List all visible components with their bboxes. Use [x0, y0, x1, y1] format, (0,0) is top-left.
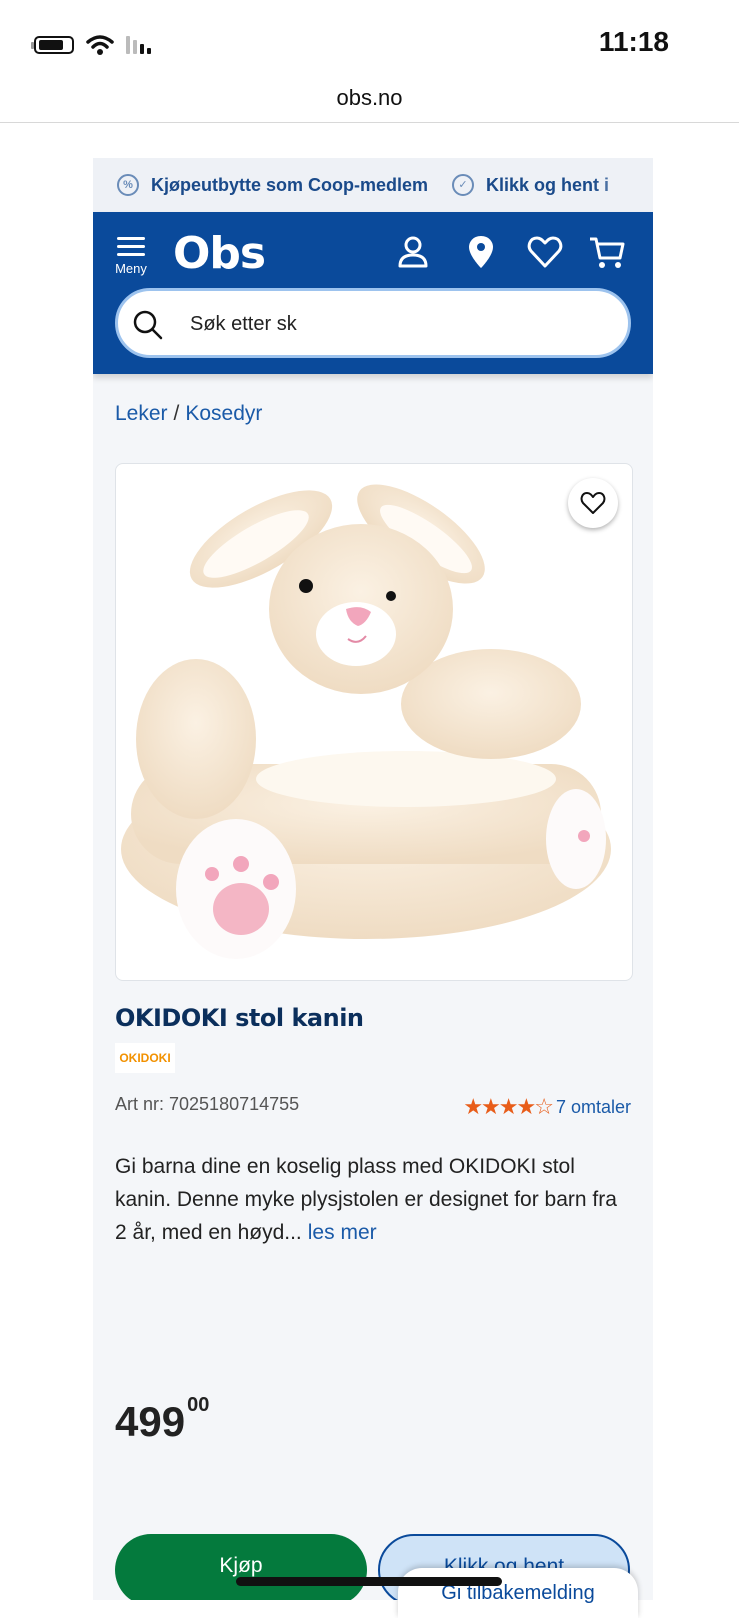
battery-icon: [31, 36, 74, 54]
search-input[interactable]: [188, 306, 612, 342]
brand-logo[interactable]: OKIDOKI: [115, 1043, 175, 1073]
usp-item-member[interactable]: % Kjøpeutbytte som Coop-medlem: [117, 174, 428, 196]
location-pin-icon[interactable]: [461, 232, 501, 272]
usp-fade: [593, 158, 653, 212]
price-main: 499: [115, 1398, 186, 1445]
breadcrumb: Leker / Kosedyr: [115, 402, 262, 426]
cellular-signal-icon: [126, 36, 151, 54]
percent-icon: %: [117, 174, 139, 196]
product-image: [121, 484, 611, 959]
check-circle-icon: ✓: [452, 174, 475, 196]
breadcrumb-link-leker[interactable]: Leker: [115, 402, 168, 425]
breadcrumb-link-kosedyr[interactable]: Kosedyr: [185, 402, 262, 425]
site-header: Meny Obs: [93, 212, 653, 374]
menu-button[interactable]: Meny: [113, 232, 149, 276]
product-rating[interactable]: ★★★★☆ 7 omtaler: [463, 1094, 631, 1120]
cart-icon[interactable]: [587, 232, 627, 272]
usp-bar: % Kjøpeutbytte som Coop-medlem ✓ Klikk o…: [93, 158, 653, 212]
user-icon[interactable]: [393, 232, 433, 272]
browser-url-bar[interactable]: obs.no: [0, 80, 739, 123]
web-page: % Kjøpeutbytte som Coop-medlem ✓ Klikk o…: [93, 158, 653, 1600]
usp-label: Kjøpeutbytte som Coop-medlem: [151, 174, 429, 195]
status-time: 11:18: [598, 26, 669, 57]
price-decimals: 00: [187, 1394, 210, 1416]
feedback-button[interactable]: Gi tilbakemelding: [398, 1568, 638, 1618]
wifi-icon: [86, 35, 114, 55]
product-title: OKIDOKI stol kanin: [115, 1004, 364, 1032]
menu-label: Meny: [115, 261, 147, 276]
add-favorite-button[interactable]: [568, 478, 618, 528]
url-text: obs.no: [336, 85, 403, 110]
rating-stars: ★★★★☆: [463, 1094, 554, 1119]
breadcrumb-separator: /: [173, 402, 180, 425]
search-icon[interactable]: [132, 309, 164, 341]
read-more-link[interactable]: les mer: [308, 1221, 377, 1244]
search-bar: [115, 288, 631, 358]
status-bar: 11:18: [0, 0, 739, 80]
home-indicator: [236, 1577, 502, 1586]
obs-logo[interactable]: Obs: [173, 228, 266, 279]
usp-label: Klikk og hent i: [486, 174, 610, 195]
heart-outline-icon: [580, 492, 606, 514]
hamburger-icon: [113, 237, 149, 256]
article-number: Art nr: 7025180714755: [115, 1094, 300, 1114]
product-description: Gi barna dine en koselig plass med OKIDO…: [115, 1150, 631, 1249]
usp-item-click-collect[interactable]: ✓ Klikk og hent i: [452, 174, 609, 196]
buy-button[interactable]: Kjøp: [115, 1534, 367, 1600]
product-image-card[interactable]: [115, 463, 633, 981]
heart-icon[interactable]: [525, 232, 565, 272]
product-price: 499 00: [115, 1394, 209, 1446]
reviews-link[interactable]: 7 omtaler: [556, 1097, 631, 1118]
status-icons: [31, 34, 151, 56]
